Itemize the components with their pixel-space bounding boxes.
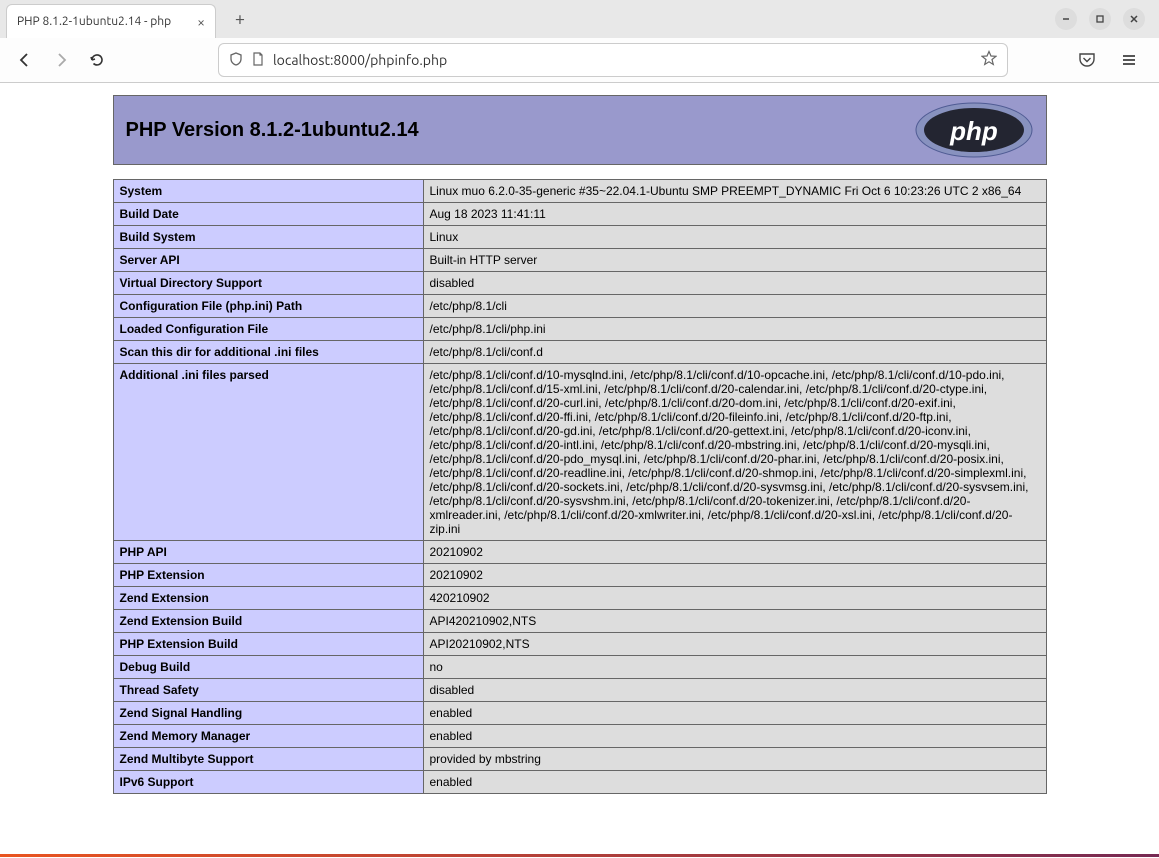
config-value: enabled [423, 702, 1046, 725]
config-value: Aug 18 2023 11:41:11 [423, 203, 1046, 226]
config-label: Server API [113, 249, 423, 272]
maximize-button[interactable] [1089, 8, 1111, 30]
config-value: no [423, 656, 1046, 679]
config-value: Built-in HTTP server [423, 249, 1046, 272]
config-value: /etc/php/8.1/cli [423, 295, 1046, 318]
config-label: Configuration File (php.ini) Path [113, 295, 423, 318]
config-value: /etc/php/8.1/cli/conf.d/10-mysqlnd.ini, … [423, 364, 1046, 541]
table-row: Debug Buildno [113, 656, 1046, 679]
table-row: Zend Extension420210902 [113, 587, 1046, 610]
config-label: Additional .ini files parsed [113, 364, 423, 541]
config-label: Virtual Directory Support [113, 272, 423, 295]
page-icon [251, 52, 265, 69]
config-value: disabled [423, 679, 1046, 702]
browser-chrome: PHP 8.1.2-1ubuntu2.14 - php × + [0, 0, 1159, 83]
config-label: Zend Extension Build [113, 610, 423, 633]
page-content[interactable]: PHP Version 8.1.2-1ubuntu2.14 php System… [0, 83, 1159, 858]
tab-bar: PHP 8.1.2-1ubuntu2.14 - php × + [0, 0, 1159, 38]
hamburger-menu-icon[interactable] [1115, 46, 1143, 74]
config-label: Zend Memory Manager [113, 725, 423, 748]
config-label: IPv6 Support [113, 771, 423, 794]
table-row: Build SystemLinux [113, 226, 1046, 249]
config-value: enabled [423, 771, 1046, 794]
config-value: /etc/php/8.1/cli/conf.d [423, 341, 1046, 364]
table-row: Scan this dir for additional .ini files/… [113, 341, 1046, 364]
config-label: Build System [113, 226, 423, 249]
config-label: Zend Signal Handling [113, 702, 423, 725]
reload-button[interactable] [82, 45, 112, 75]
table-row: PHP API20210902 [113, 541, 1046, 564]
table-row: Zend Extension BuildAPI420210902,NTS [113, 610, 1046, 633]
table-row: Virtual Directory Supportdisabled [113, 272, 1046, 295]
config-label: PHP Extension [113, 564, 423, 587]
config-value: 20210902 [423, 541, 1046, 564]
table-row: SystemLinux muo 6.2.0-35-generic #35~22.… [113, 180, 1046, 203]
url-text: localhost:8000/phpinfo.php [273, 52, 973, 68]
tab-title: PHP 8.1.2-1ubuntu2.14 - php [17, 15, 191, 28]
config-value: API420210902,NTS [423, 610, 1046, 633]
php-logo-icon: php [914, 102, 1034, 158]
new-tab-button[interactable]: + [226, 5, 254, 33]
config-value: 420210902 [423, 587, 1046, 610]
php-header: PHP Version 8.1.2-1ubuntu2.14 php [113, 95, 1047, 165]
config-label: Build Date [113, 203, 423, 226]
toolbar: localhost:8000/phpinfo.php [0, 38, 1159, 82]
table-row: Thread Safetydisabled [113, 679, 1046, 702]
phpinfo-container: PHP Version 8.1.2-1ubuntu2.14 php System… [113, 95, 1047, 794]
config-label: Scan this dir for additional .ini files [113, 341, 423, 364]
shield-icon[interactable] [229, 52, 243, 69]
config-value: enabled [423, 725, 1046, 748]
config-label: PHP API [113, 541, 423, 564]
table-row: Loaded Configuration File/etc/php/8.1/cl… [113, 318, 1046, 341]
browser-tab[interactable]: PHP 8.1.2-1ubuntu2.14 - php × [6, 4, 216, 38]
config-label: Loaded Configuration File [113, 318, 423, 341]
config-value: Linux [423, 226, 1046, 249]
table-row: IPv6 Supportenabled [113, 771, 1046, 794]
svg-text:php: php [949, 116, 998, 146]
config-value: Linux muo 6.2.0-35-generic #35~22.04.1-U… [423, 180, 1046, 203]
forward-button[interactable] [46, 45, 76, 75]
config-label: Zend Multibyte Support [113, 748, 423, 771]
window-controls [1055, 8, 1153, 30]
table-row: Server APIBuilt-in HTTP server [113, 249, 1046, 272]
table-row: Zend Signal Handlingenabled [113, 702, 1046, 725]
table-row: Build DateAug 18 2023 11:41:11 [113, 203, 1046, 226]
back-button[interactable] [10, 45, 40, 75]
phpinfo-table: SystemLinux muo 6.2.0-35-generic #35~22.… [113, 179, 1047, 794]
close-tab-icon[interactable]: × [197, 14, 205, 30]
table-row: Zend Memory Managerenabled [113, 725, 1046, 748]
config-label: Thread Safety [113, 679, 423, 702]
table-row: PHP Extension BuildAPI20210902,NTS [113, 633, 1046, 656]
toolbar-right [1073, 46, 1149, 74]
config-label: Zend Extension [113, 587, 423, 610]
config-label: System [113, 180, 423, 203]
table-row: Zend Multibyte Supportprovided by mbstri… [113, 748, 1046, 771]
minimize-button[interactable] [1055, 8, 1077, 30]
config-value: API20210902,NTS [423, 633, 1046, 656]
table-row: PHP Extension20210902 [113, 564, 1046, 587]
config-value: 20210902 [423, 564, 1046, 587]
url-bar[interactable]: localhost:8000/phpinfo.php [218, 43, 1008, 77]
config-label: Debug Build [113, 656, 423, 679]
close-window-button[interactable] [1123, 8, 1145, 30]
bookmark-star-icon[interactable] [981, 50, 997, 70]
table-row: Configuration File (php.ini) Path/etc/ph… [113, 295, 1046, 318]
config-value: provided by mbstring [423, 748, 1046, 771]
table-row: Additional .ini files parsed/etc/php/8.1… [113, 364, 1046, 541]
config-value: disabled [423, 272, 1046, 295]
config-value: /etc/php/8.1/cli/php.ini [423, 318, 1046, 341]
page-title: PHP Version 8.1.2-1ubuntu2.14 [126, 119, 419, 142]
config-label: PHP Extension Build [113, 633, 423, 656]
pocket-icon[interactable] [1073, 46, 1101, 74]
